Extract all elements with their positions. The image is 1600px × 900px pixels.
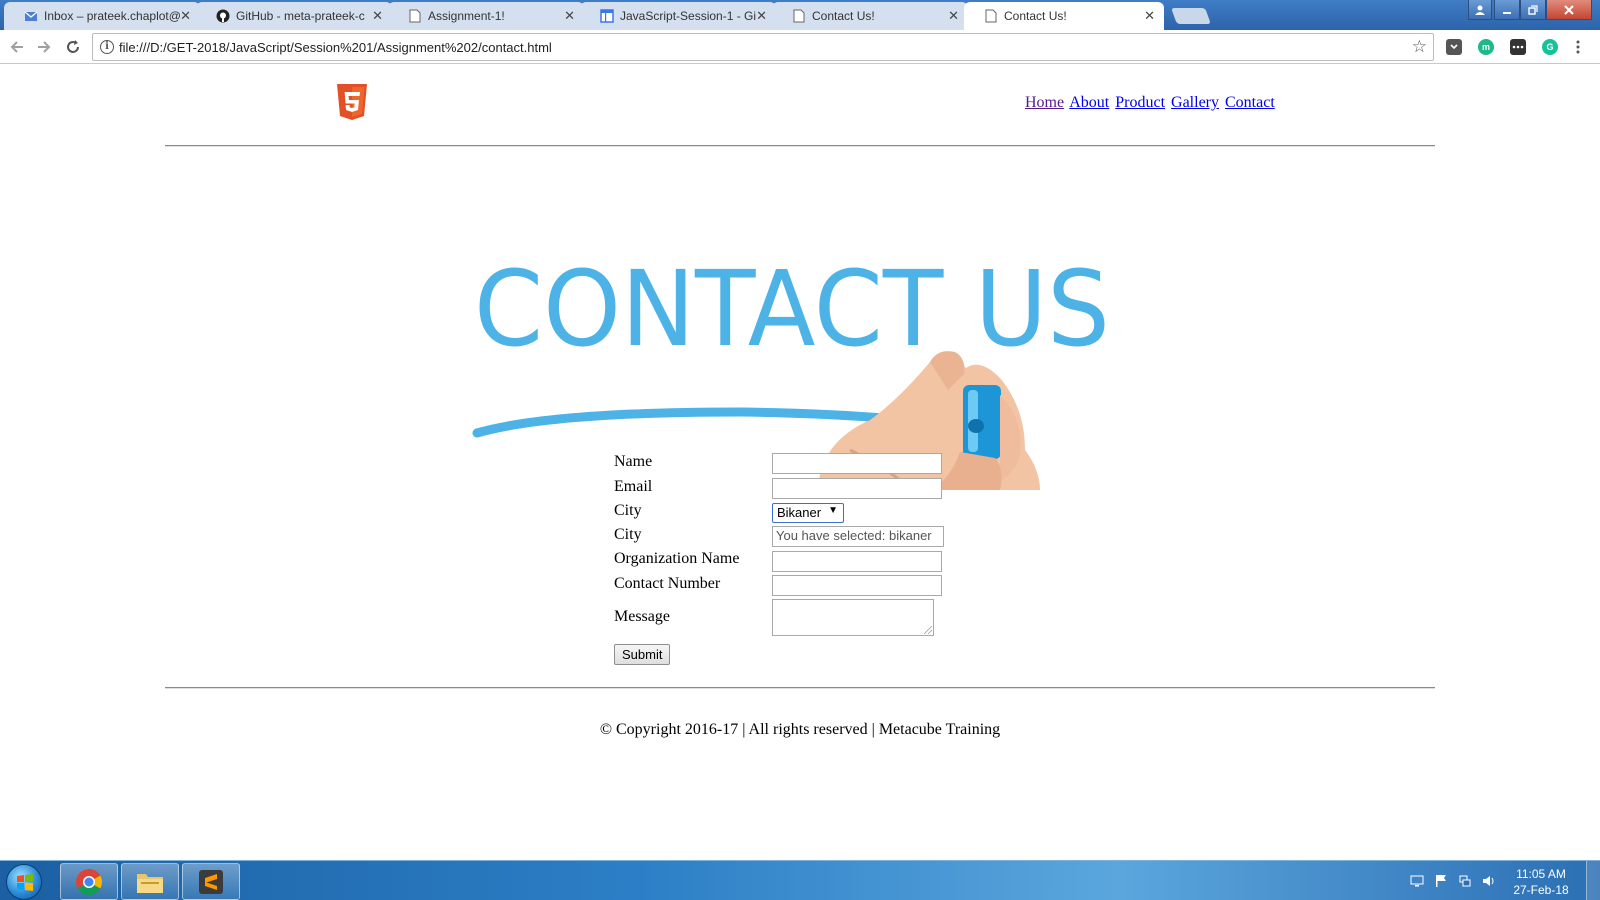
email-input[interactable]	[772, 478, 942, 499]
html5-logo-icon	[337, 84, 367, 120]
tab-contact-us-active[interactable]: Contact Us! ✕	[964, 2, 1164, 30]
action-center-flag-icon[interactable]	[1434, 874, 1448, 888]
contact-number-label: Contact Number	[614, 575, 721, 592]
nav-link-contact[interactable]: Contact	[1225, 94, 1275, 111]
chrome-icon	[76, 868, 103, 895]
clock-time: 11:05 AM	[1516, 867, 1566, 881]
mail-icon	[24, 9, 38, 23]
network-monitor-icon[interactable]	[1410, 874, 1424, 888]
grammarly-icon[interactable]: G	[1542, 39, 1558, 55]
header-divider	[165, 145, 1435, 147]
dropdown-arrow-icon: ▼	[828, 505, 838, 516]
docs-icon	[600, 9, 614, 23]
page-icon	[792, 9, 806, 23]
tab-title: Contact Us!	[1004, 9, 1067, 23]
windows-logo-icon	[17, 874, 33, 891]
close-icon	[1564, 4, 1574, 15]
submit-button[interactable]: Submit	[614, 644, 671, 665]
forward-button[interactable]	[33, 36, 55, 58]
pocket-icon[interactable]	[1446, 39, 1462, 55]
reload-icon	[67, 40, 79, 53]
taskbar-file-explorer[interactable]	[121, 863, 179, 900]
tab-title: Assignment-1!	[428, 9, 505, 23]
arrow-right-icon	[38, 41, 51, 53]
browser-tab-strip: Inbox – prateek.chaplot@ ✕ GitHub - meta…	[0, 0, 1600, 30]
tab-title: Contact Us!	[812, 9, 875, 23]
nav-link-home[interactable]: Home	[1025, 94, 1064, 111]
close-icon[interactable]: ✕	[756, 2, 767, 30]
close-icon[interactable]: ✕	[564, 2, 575, 30]
page-icon	[408, 9, 422, 23]
banner-heading: CONTACT US	[474, 248, 1110, 370]
windows-taskbar: 11:05 AM 27-Feb-18	[0, 860, 1600, 900]
city-display-value: You have selected: bikaner	[776, 528, 932, 543]
system-clock[interactable]: 11:05 AM 27-Feb-18	[1506, 866, 1576, 898]
start-button[interactable]	[6, 864, 42, 900]
restore-button[interactable]	[1520, 0, 1546, 20]
mercury-icon[interactable]: m	[1478, 39, 1494, 55]
file-explorer-icon	[137, 873, 163, 893]
network-icon[interactable]	[1458, 874, 1472, 888]
tab-github[interactable]: GitHub - meta-prateek-c ✕	[196, 2, 392, 30]
volume-icon[interactable]	[1482, 874, 1496, 888]
city-select[interactable]: Bikaner ▼	[772, 503, 844, 523]
email-label: Email	[614, 478, 653, 495]
organization-input[interactable]	[772, 551, 942, 572]
close-icon[interactable]: ✕	[1144, 2, 1155, 30]
window-close-button[interactable]	[1546, 0, 1592, 20]
clock-date: 27-Feb-18	[1513, 883, 1569, 897]
footer-divider	[165, 687, 1435, 689]
info-icon[interactable]: i	[100, 40, 114, 54]
city-display-field[interactable]: You have selected: bikaner	[772, 526, 944, 547]
chrome-menu-icon[interactable]	[1570, 39, 1586, 55]
footer-copyright: © Copyright 2016-17 | All rights reserve…	[599, 721, 1001, 738]
show-desktop-button[interactable]	[1586, 861, 1600, 900]
tab-contact-us[interactable]: Contact Us! ✕	[772, 2, 968, 30]
sublime-text-icon	[199, 869, 223, 894]
organization-label: Organization Name	[614, 550, 740, 567]
back-button[interactable]	[6, 36, 28, 58]
github-icon	[216, 9, 230, 23]
restore-icon	[1528, 4, 1538, 15]
nav-link-about[interactable]: About	[1069, 94, 1109, 111]
minimize-icon	[1503, 11, 1511, 14]
page-content: Home About Product Gallery Contact CONTA…	[0, 65, 1600, 859]
taskbar-sublime-text[interactable]	[182, 863, 240, 900]
tab-title: JavaScript-Session-1 - Gi	[620, 9, 757, 23]
city-selected-value: Bikaner	[777, 505, 822, 520]
tab-title: GitHub - meta-prateek-c	[236, 9, 365, 23]
menu-extension-icon[interactable]	[1510, 39, 1526, 55]
taskbar-chrome[interactable]	[60, 863, 118, 900]
nav-link-gallery[interactable]: Gallery	[1171, 94, 1219, 111]
address-bar[interactable]: i file:///D:/GET-2018/JavaScript/Session…	[92, 33, 1434, 61]
resize-handle-icon[interactable]	[924, 626, 932, 634]
bookmark-star-icon[interactable]: ☆	[1412, 37, 1427, 57]
browser-toolbar: i file:///D:/GET-2018/JavaScript/Session…	[0, 30, 1600, 64]
city-display-label: City	[614, 526, 642, 543]
minimize-button[interactable]	[1494, 0, 1520, 20]
reload-button[interactable]	[62, 36, 84, 58]
arrow-left-icon	[10, 41, 23, 53]
user-profile-button[interactable]	[1468, 0, 1492, 20]
site-navigation: Home About Product Gallery Contact	[1025, 94, 1277, 112]
close-icon[interactable]: ✕	[948, 2, 959, 30]
close-icon[interactable]: ✕	[180, 2, 191, 30]
close-icon[interactable]: ✕	[372, 2, 383, 30]
name-label: Name	[614, 453, 653, 470]
contact-us-banner: CONTACT US	[472, 248, 1110, 490]
message-textarea[interactable]	[772, 599, 934, 636]
user-icon	[1475, 5, 1485, 15]
tab-inbox[interactable]: Inbox – prateek.chaplot@ ✕	[4, 2, 200, 30]
page-icon	[984, 9, 998, 23]
message-label: Message	[614, 608, 670, 625]
contact-number-input[interactable]	[772, 575, 942, 596]
name-input[interactable]	[772, 453, 942, 474]
url-text[interactable]: file:///D:/GET-2018/JavaScript/Session%2…	[119, 40, 552, 55]
tab-title: Inbox – prateek.chaplot@	[44, 9, 181, 23]
nav-link-product[interactable]: Product	[1115, 94, 1165, 111]
tab-javascript-session[interactable]: JavaScript-Session-1 - Gi ✕	[580, 2, 776, 30]
city-label: City	[614, 502, 642, 519]
new-tab-button[interactable]	[1171, 8, 1211, 24]
tab-assignment[interactable]: Assignment-1! ✕	[388, 2, 584, 30]
